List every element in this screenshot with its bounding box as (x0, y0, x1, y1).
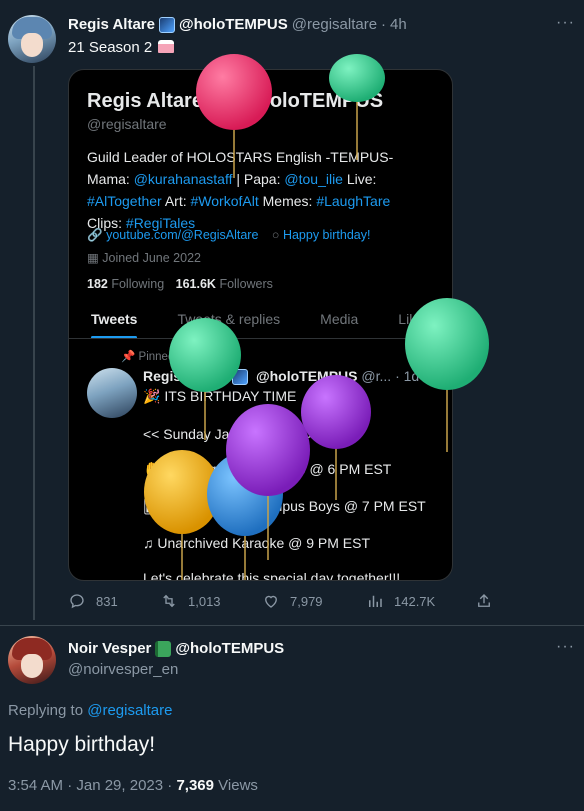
timestamp[interactable]: 3:54 AM · Jan 29, 2023 · (8, 777, 176, 794)
heart-icon (265, 595, 277, 608)
pinned-tweet-header: Regis Altare @holoTEMPUS @r... · 1d (143, 368, 420, 386)
profile-follow-counts: 182 Following 161.6K Followers (87, 277, 273, 291)
handle[interactable]: @regisaltare (292, 16, 377, 33)
tweet-time[interactable]: 4h (390, 16, 407, 33)
views-button[interactable]: 142.7K (366, 592, 435, 610)
retweet-button[interactable]: 1,013 (160, 592, 221, 610)
thread-connector (33, 66, 35, 620)
tweet-meta: 3:54 AM · Jan 29, 2023 · 7,369 Views (8, 777, 258, 794)
balloon-icon: ○ (271, 228, 280, 242)
profile-links: 🔗 youtube.com/@RegisAltare ○ Happy birth… (87, 228, 371, 242)
link-icon: 🔗 (87, 228, 103, 242)
handle[interactable]: @noirvesper_en (68, 661, 178, 678)
pinned-line: << Sunday January 29th >> (143, 426, 316, 442)
pinned-line: ♫ Unarchived Karaoke @ 9 PM EST (143, 535, 371, 551)
divider (69, 338, 452, 339)
pinned-avatar (87, 368, 137, 418)
calendar-icon: ▦ (87, 251, 99, 265)
profile-joined: ▦ Joined June 2022 (87, 251, 201, 265)
tweet-media-image[interactable]: Regis Altare @holoTEMPUS @regisaltare Gu… (68, 69, 453, 581)
sparkle-badge-icon (158, 16, 175, 33)
tweet-text: 21 Season 2 (68, 39, 175, 56)
profile-name: Regis Altare @holoTEMPUS (87, 90, 384, 112)
tab-media: Media (320, 311, 359, 327)
profile-handle: @regisaltare (87, 116, 167, 132)
replying-to-link[interactable]: @regisaltare (87, 702, 172, 719)
analytics-icon (369, 595, 382, 607)
display-name[interactable]: Regis Altare (68, 16, 155, 33)
profile-bio: Guild Leader of HOLOSTARS English -TEMPU… (87, 149, 394, 231)
hand-icon: ✋ (143, 461, 161, 477)
pinned-line: 🂠 Poker Night w/ Tempus Boys @ 7 PM EST (143, 498, 426, 514)
views-label: Views (218, 777, 258, 794)
views-count: 7,369 (176, 777, 214, 794)
tab-tweets: Tweets (69, 303, 155, 339)
pin-icon: 📌 (121, 351, 136, 363)
pinned-line: Let's celebrate this special day togethe… (143, 570, 401, 581)
music-note-icon: ♫ (143, 535, 154, 551)
tweet-text: Happy birthday! (8, 733, 156, 756)
profile-tabs: Tweets Tweets & replies Media Likes (69, 303, 452, 339)
badge-icon (212, 93, 229, 110)
more-options-icon[interactable]: ··· (556, 638, 575, 656)
tweet-header: Noir Vesper @holoTEMPUS (68, 640, 284, 657)
reply-icon (70, 594, 84, 609)
like-button[interactable]: 7,979 (262, 592, 323, 610)
tab-likes: Likes (398, 311, 431, 327)
birthday-cake-icon (158, 40, 175, 53)
pinned-line: ✋ Chatting + Merch Drop @ 6 PM EST (143, 461, 392, 477)
avatar[interactable] (8, 15, 56, 63)
tab-tweets-replies: Tweets & replies (177, 311, 281, 327)
party-popper-icon: 🎉 (143, 388, 161, 404)
display-name[interactable]: Noir Vesper (68, 640, 151, 657)
more-options-icon[interactable]: ··· (556, 14, 575, 32)
cards-icon: 🂠 (143, 498, 158, 514)
divider (0, 625, 584, 626)
pinned-line: 🎉 ITS BIRTHDAY TIME (143, 388, 297, 404)
tweet-header: Regis Altare @holoTEMPUS @regisaltare · … (68, 16, 407, 33)
book-icon (155, 640, 172, 657)
share-button[interactable] (475, 592, 503, 610)
separator-dot: · (381, 16, 387, 33)
retweet-icon (163, 594, 175, 608)
avatar[interactable] (8, 636, 56, 684)
replying-to: Replying to @regisaltare (8, 702, 173, 719)
display-name-suffix[interactable]: @holoTEMPUS (175, 640, 284, 657)
share-icon (478, 594, 490, 607)
reply-button[interactable]: 831 (68, 592, 118, 610)
tweet-actions: 831 1,013 7,979 142.7K (68, 592, 498, 616)
pinned-label: 📌 Pinned Tweet (121, 351, 209, 363)
display-name-suffix[interactable]: @holoTEMPUS (179, 16, 288, 33)
sparkle-badge-icon (232, 369, 249, 386)
